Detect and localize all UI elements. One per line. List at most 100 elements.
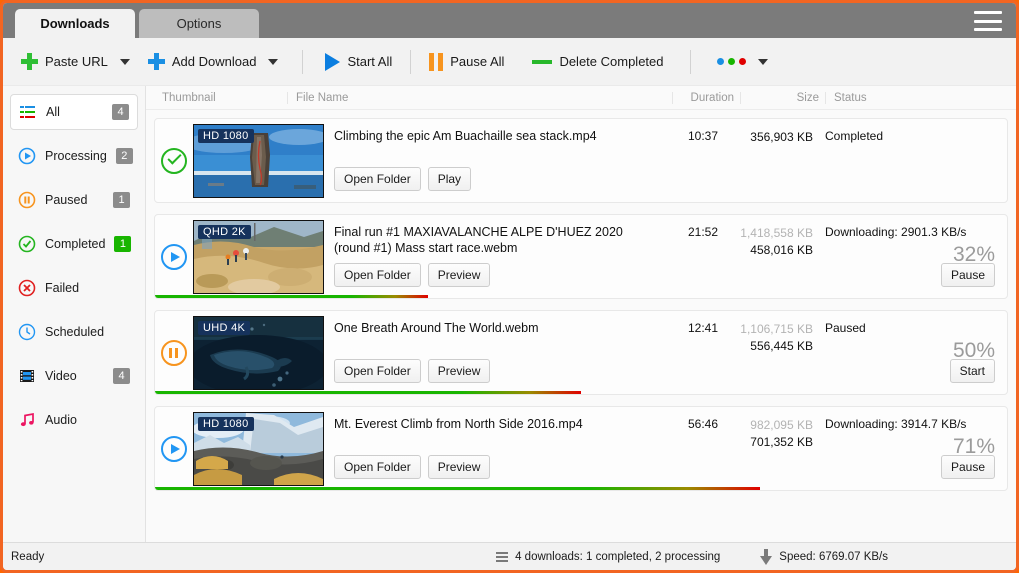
preview-button[interactable]: Preview <box>427 263 491 287</box>
check-circle-icon <box>161 147 187 174</box>
size-downloaded-label: 701,352 KB <box>750 435 813 449</box>
play-button[interactable]: Play <box>427 167 472 191</box>
paste-url-dropdown-icon[interactable] <box>119 58 130 65</box>
size-cell: 1,418,558 KB 458,016 KB <box>726 215 821 298</box>
row-buttons: Open Folder Preview <box>334 263 656 298</box>
quality-badge: UHD 4K <box>198 320 251 335</box>
check-circle-icon <box>18 235 36 253</box>
sidebar-item-label: Audio <box>45 413 77 427</box>
sidebar-item-all[interactable]: All 4 <box>10 94 138 130</box>
table-row[interactable]: UHD 4K One Breath Around The World.webm … <box>154 310 1008 395</box>
open-folder-button[interactable]: Open Folder <box>334 359 421 383</box>
paste-url-button[interactable]: Paste URL <box>13 48 116 75</box>
duration-label: 56:46 <box>687 417 718 431</box>
progress-bar <box>155 295 1007 298</box>
status-downloads-summary-label: 4 downloads: 1 completed, 2 processing <box>515 550 721 563</box>
plus-icon <box>147 53 165 70</box>
tab-options[interactable]: Options <box>139 9 259 38</box>
table-row[interactable]: HD 1080 Climbing the epic Am Buachaille … <box>154 118 1008 203</box>
column-headers: Thumbnail File Name Duration Size Status <box>146 86 1016 110</box>
sidebar-badge: 4 <box>113 368 130 384</box>
play-icon <box>325 52 341 71</box>
preview-button[interactable]: Preview <box>427 455 491 479</box>
row-main: Final run #1 MAXIAVALANCHE ALPE D'HUEZ 2… <box>324 215 656 298</box>
everest-camp-thumbnail[interactable]: HD 1080 <box>193 411 324 486</box>
sidebar-item-failed[interactable]: Failed <box>10 270 138 306</box>
sidebar-item-label: Video <box>45 369 77 383</box>
more-dots-icon <box>716 58 746 65</box>
sidebar-item-completed[interactable]: Completed 1 <box>10 226 138 262</box>
sidebar-item-label: Paused <box>45 193 88 207</box>
table-row[interactable]: QHD 2K Final run #1 MAXIAVALANCHE ALPE D… <box>154 214 1008 299</box>
sidebar-item-scheduled[interactable]: Scheduled <box>10 314 138 350</box>
start-all-label: Start All <box>347 54 393 69</box>
pause-button[interactable]: Pause <box>940 263 995 287</box>
pause-all-label: Pause All <box>450 54 505 69</box>
status-label: Completed <box>825 129 884 143</box>
quality-badge: HD 1080 <box>198 128 254 143</box>
sea-stack-thumbnail[interactable]: HD 1080 <box>193 123 324 198</box>
sidebar-item-label: All <box>46 105 60 119</box>
column-header-size[interactable]: Size <box>740 91 825 104</box>
play-circle-icon <box>161 243 187 270</box>
add-download-button[interactable]: Add Download <box>140 48 265 75</box>
sidebar-badge: 2 <box>115 148 133 164</box>
preview-button[interactable]: Preview <box>427 359 491 383</box>
status-cell: Downloading: 3914.7 KB/s 71% Pause <box>821 407 1007 490</box>
mountain-bike-thumbnail[interactable]: QHD 2K <box>193 219 324 294</box>
application-window: Downloads Options Paste URL Add Download… <box>0 0 1019 573</box>
delete-completed-button[interactable]: Delete Completed <box>524 49 671 74</box>
status-cell: Completed <box>821 119 1007 202</box>
status-label: Downloading: 3914.7 KB/s <box>825 417 967 431</box>
sidebar-item-label: Scheduled <box>45 325 105 339</box>
sidebar-item-audio[interactable]: Audio <box>10 402 138 438</box>
film-icon <box>18 367 36 385</box>
row-main: Mt. Everest Climb from North Side 2016.m… <box>324 407 656 490</box>
pause-all-button[interactable]: Pause All <box>421 48 512 76</box>
open-folder-button[interactable]: Open Folder <box>334 455 421 479</box>
size-downloaded-label: 556,445 KB <box>750 339 813 353</box>
size-cell: 982,095 KB 701,352 KB <box>726 407 821 490</box>
start-button[interactable]: Start <box>949 359 995 383</box>
open-folder-button[interactable]: Open Folder <box>334 263 421 287</box>
file-name-label: Climbing the epic Am Buachaille sea stac… <box>334 129 597 143</box>
duration-label: 10:37 <box>687 129 718 143</box>
whale-underwater-thumbnail[interactable]: UHD 4K <box>193 315 324 390</box>
row-state-icon-wrap <box>155 215 193 298</box>
open-folder-button[interactable]: Open Folder <box>334 167 421 191</box>
row-buttons: Open Folder Preview <box>334 455 656 490</box>
duration-label: 21:52 <box>687 225 718 239</box>
table-row[interactable]: HD 1080 Mt. Everest Climb from North Sid… <box>154 406 1008 491</box>
tab-downloads[interactable]: Downloads <box>15 9 135 38</box>
add-download-dropdown-icon[interactable] <box>268 58 279 65</box>
start-all-button[interactable]: Start All <box>317 48 400 76</box>
add-download-label: Add Download <box>171 54 257 69</box>
pause-button[interactable]: Pause <box>940 455 995 479</box>
status-label: Downloading: 2901.3 KB/s <box>825 225 967 239</box>
pause-icon <box>429 52 444 71</box>
column-header-status[interactable]: Status <box>825 91 1008 104</box>
sidebar-item-video[interactable]: Video 4 <box>10 358 138 394</box>
size-total-label: 1,106,715 KB <box>740 322 813 336</box>
hamburger-menu-icon[interactable] <box>974 11 1002 31</box>
row-main: One Breath Around The World.webm Open Fo… <box>324 311 656 394</box>
sidebar-item-paused[interactable]: Paused 1 <box>10 182 138 218</box>
quality-badge: QHD 2K <box>198 224 251 239</box>
toolbar-divider <box>302 49 304 74</box>
sidebar-badge: 1 <box>113 192 130 208</box>
content-area: All 4 Processing 2 Paused 1 Completed 1 … <box>3 86 1016 542</box>
toolbar-divider <box>410 49 412 74</box>
row-buttons: Open Folder Preview <box>334 359 656 394</box>
column-header-thumbnail[interactable]: Thumbnail <box>154 92 287 104</box>
column-header-duration[interactable]: Duration <box>672 91 740 104</box>
delete-completed-label: Delete Completed <box>559 54 664 69</box>
list-lines-icon <box>19 103 37 121</box>
sidebar-badge: 1 <box>114 236 132 252</box>
more-options-button[interactable] <box>709 53 754 70</box>
more-options-dropdown-icon[interactable] <box>757 58 768 65</box>
column-header-file-name[interactable]: File Name <box>287 91 672 104</box>
minus-icon <box>532 59 553 64</box>
pause-circle-icon <box>18 191 36 209</box>
sidebar-item-processing[interactable]: Processing 2 <box>10 138 138 174</box>
sidebar-badge: 4 <box>112 104 129 120</box>
